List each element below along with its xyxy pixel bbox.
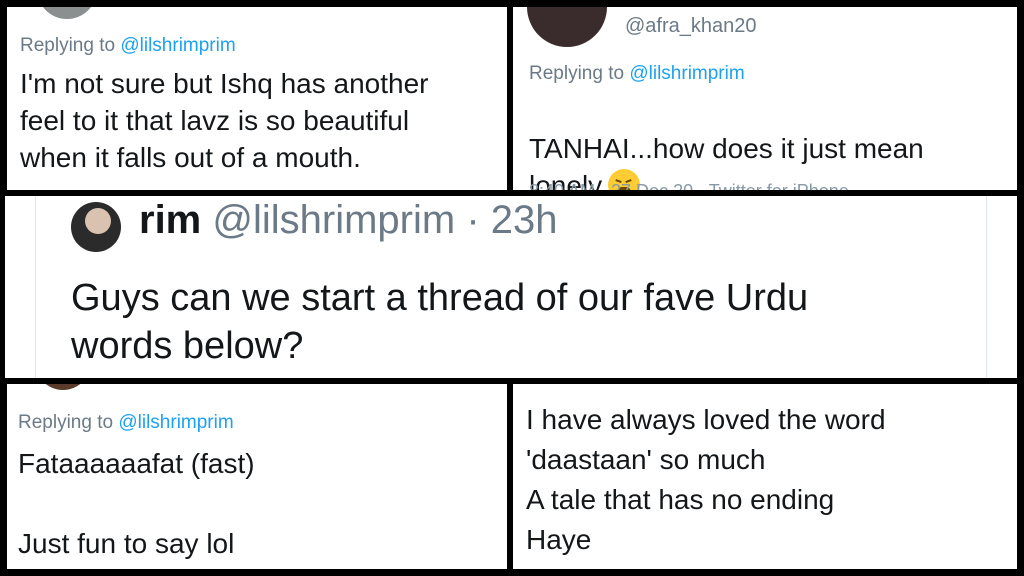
reply-tweet-daastaan: I have always loved the word 'daastaan' … — [513, 384, 1017, 569]
tweet-text: Guys can we start a thread of our fave U… — [71, 277, 809, 367]
avatar[interactable] — [527, 7, 607, 47]
replying-to-handle-link[interactable]: @lilshrimprim — [118, 412, 233, 433]
timestamp[interactable]: 23h — [491, 198, 558, 242]
reply-tweet-tanhai: @afra_khan20 Replying to @lilshrimprim T… — [513, 7, 1017, 190]
replying-to-line: Replying to @lilshrimprim — [529, 63, 745, 85]
tweet-text: I have always loved the word 'daastaan' … — [526, 404, 886, 555]
tweet-footer-partial: 8:40 AM · 27 Dec 20 · Twitter for iPhone — [529, 181, 849, 190]
display-name[interactable]: rim — [139, 198, 201, 242]
user-handle[interactable]: @lilshrimprim — [212, 198, 455, 242]
divider — [986, 196, 987, 378]
tweet-header: rim @lilshrimprim · 23h — [139, 198, 558, 243]
reply-tweet-ishq: Replying to @lilshrimprim I'm not sure b… — [7, 7, 507, 190]
avatar[interactable] — [35, 384, 91, 390]
tweet-text: I'm not sure but Ishq has another feel t… — [20, 68, 429, 173]
thread-line — [35, 196, 36, 378]
replying-to-line: Replying to @lilshrimprim — [18, 412, 234, 434]
reply-tweet-fataaaaaafat: Replying to @lilshrimprim Fataaaaaafat (… — [7, 384, 507, 569]
avatar[interactable] — [71, 202, 121, 252]
user-handle[interactable]: @afra_khan20 — [625, 15, 757, 38]
replying-to-handle-link[interactable]: @lilshrimprim — [120, 35, 235, 56]
replying-to-label: Replying to — [20, 35, 116, 56]
separator-dot: · — [466, 198, 480, 242]
original-tweet: rim @lilshrimprim · 23h Guys can we star… — [5, 196, 1017, 378]
tweet-text: Fataaaaaafat (fast) Just fun to say lol — [18, 448, 255, 559]
replying-to-handle-link[interactable]: @lilshrimprim — [629, 63, 744, 84]
replying-to-label: Replying to — [529, 63, 625, 84]
replying-to-label: Replying to — [18, 412, 114, 433]
replying-to-line: Replying to @lilshrimprim — [20, 35, 236, 57]
tweet-text-wrap: TANHAI...how does it just mean lonely — [529, 93, 1009, 190]
avatar[interactable] — [37, 7, 97, 19]
